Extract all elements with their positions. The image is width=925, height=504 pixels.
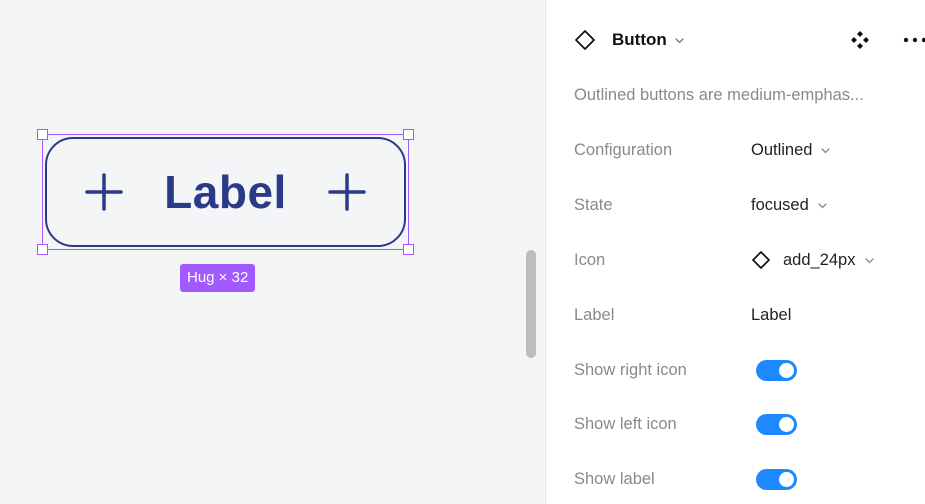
resize-handle-top-right[interactable] [403,129,414,140]
configuration-dropdown[interactable]: Outlined [751,141,831,160]
button-preview[interactable]: Label [45,137,406,247]
canvas-scrollbar[interactable] [526,250,536,358]
diamond-icon [752,251,770,269]
selection-frame[interactable]: Label [37,129,414,255]
chevron-down-icon [821,147,831,153]
property-row-icon: Icon add_24px [574,246,875,274]
property-row-state: State focused [574,191,828,219]
toggle-knob [779,471,794,487]
toggle-knob [779,416,794,432]
property-label: Icon [574,250,606,269]
more-icon[interactable] [901,29,925,51]
property-row-show-label: Show label [574,465,797,493]
component-instance-icon[interactable] [849,29,871,51]
property-row-label: Label Label [574,301,791,329]
show-left-icon-toggle[interactable] [756,413,797,435]
resize-handle-top-left[interactable] [37,129,48,140]
state-dropdown[interactable]: focused [751,196,828,215]
property-label: State [574,195,613,214]
resize-handle-bottom-right[interactable] [403,244,414,255]
toggle-knob [779,362,794,378]
component-name[interactable]: Button [612,30,667,50]
property-label: Configuration [574,140,673,159]
plus-icon [328,173,366,211]
panel-header: Button [574,26,925,54]
component-description: Outlined buttons are medium-emphas... [574,86,864,104]
diamond-icon [575,30,595,50]
dropdown-value: Outlined [751,140,813,159]
property-label: Show label [574,469,655,488]
plus-icon [85,173,123,211]
chevron-down-icon[interactable] [674,35,685,46]
properties-panel: Button Outlined buttons are medium-empha… [545,0,925,504]
property-row-show-left-icon: Show left icon [574,410,797,438]
show-label-toggle[interactable] [756,468,797,490]
button-preview-label: Label [164,166,287,218]
dropdown-value: add_24px [783,250,856,269]
size-badge: Hug × 32 [180,264,256,292]
property-label: Show left icon [574,414,677,433]
label-text-field[interactable]: Label [751,306,791,325]
chevron-down-icon [818,202,827,208]
property-label: Label [574,305,615,324]
dropdown-value: focused [751,195,809,214]
icon-instance-dropdown[interactable]: add_24px [751,250,875,270]
chevron-down-icon [864,257,874,263]
property-row-configuration: Configuration Outlined [574,136,831,164]
resize-handle-bottom-left[interactable] [37,244,48,255]
design-canvas[interactable]: Label Hug × 32 [0,0,545,504]
property-label: Show right icon [574,360,687,379]
property-row-show-right-icon: Show right icon [574,356,797,384]
show-right-icon-toggle[interactable] [756,359,797,381]
